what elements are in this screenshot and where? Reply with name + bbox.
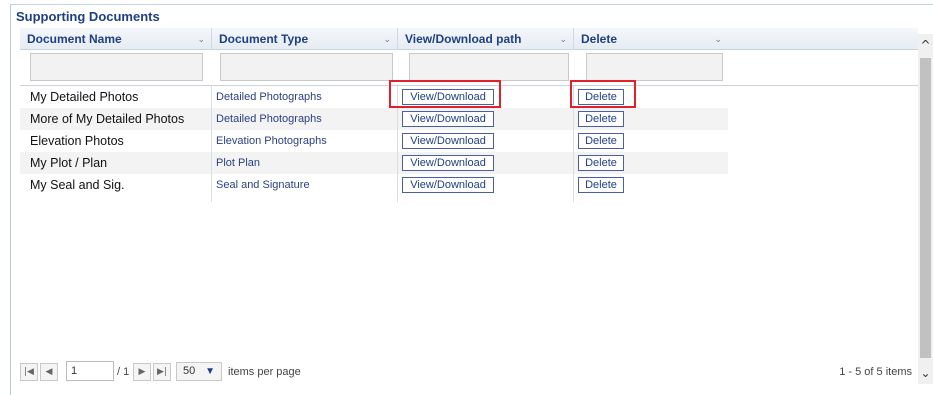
scroll-thumb[interactable] bbox=[920, 58, 931, 358]
column-header-document-type[interactable]: Document Type ⌄ bbox=[211, 28, 397, 50]
document-name: More of My Detailed Photos bbox=[30, 112, 185, 126]
filter-row bbox=[20, 50, 918, 86]
document-name: My Plot / Plan bbox=[30, 156, 108, 170]
pager-summary: 1 - 5 of 5 items bbox=[839, 366, 912, 378]
view-download-button[interactable]: View/Download bbox=[402, 155, 494, 171]
view-download-button[interactable]: View/Download bbox=[402, 89, 494, 105]
documents-grid: Document Name ⌄ Document Type ⌄ View/Dow… bbox=[20, 28, 918, 393]
chevron-down-icon[interactable]: ⌄ bbox=[559, 28, 567, 50]
document-name: My Seal and Sig. bbox=[30, 178, 125, 192]
column-divider bbox=[397, 86, 398, 202]
page-size-select[interactable]: 50 ▼ bbox=[176, 362, 222, 381]
column-header-view-download[interactable]: View/Download path ⌄ bbox=[397, 28, 573, 50]
column-header-delete[interactable]: Delete ⌄ bbox=[573, 28, 728, 50]
prev-page-icon[interactable]: ◀ bbox=[40, 363, 58, 381]
filter-document-name[interactable] bbox=[30, 53, 203, 81]
delete-button[interactable]: Delete bbox=[578, 89, 624, 105]
column-divider bbox=[211, 86, 212, 202]
page-number-input[interactable] bbox=[66, 361, 114, 381]
chevron-down-icon[interactable]: ⌄ bbox=[383, 28, 391, 50]
view-download-button[interactable]: View/Download bbox=[402, 177, 494, 193]
document-type: Detailed Photographs bbox=[216, 91, 322, 103]
chevron-down-icon[interactable]: ⌄ bbox=[197, 28, 205, 50]
grid-body: My Detailed Photos Detailed Photographs … bbox=[20, 80, 918, 358]
filter-document-type[interactable] bbox=[220, 53, 393, 81]
delete-button[interactable]: Delete bbox=[578, 177, 624, 193]
document-name: My Detailed Photos bbox=[30, 90, 139, 104]
filter-delete[interactable] bbox=[586, 53, 723, 81]
document-type: Seal and Signature bbox=[216, 179, 310, 191]
vertical-scrollbar[interactable]: ^ ⌄ bbox=[918, 34, 933, 384]
last-page-icon[interactable]: ▶| bbox=[153, 363, 171, 381]
chevron-down-icon[interactable]: ⌄ bbox=[714, 28, 722, 50]
table-row: My Plot / Plan Plot Plan View/Download D… bbox=[20, 152, 728, 174]
column-header-document-name[interactable]: Document Name ⌄ bbox=[20, 28, 211, 50]
delete-button[interactable]: Delete bbox=[578, 133, 624, 149]
next-page-icon[interactable]: ▶ bbox=[133, 363, 151, 381]
table-row: Elevation Photos Elevation Photographs V… bbox=[20, 130, 728, 152]
chevron-down-icon: ▼ bbox=[205, 366, 215, 377]
delete-button[interactable]: Delete bbox=[578, 155, 624, 171]
grid-header: Document Name ⌄ Document Type ⌄ View/Dow… bbox=[20, 28, 918, 50]
items-per-page-label: items per page bbox=[228, 366, 301, 378]
view-download-button[interactable]: View/Download bbox=[402, 111, 494, 127]
document-type: Detailed Photographs bbox=[216, 113, 322, 125]
filter-view-download[interactable] bbox=[409, 53, 569, 81]
delete-button[interactable]: Delete bbox=[578, 111, 624, 127]
section-title: Supporting Documents bbox=[16, 9, 160, 24]
page-count-text: / 1 bbox=[117, 366, 130, 378]
pager: |◀ ◀ / 1 ▶ ▶| 50 ▼ items per page 1 - 5 … bbox=[20, 358, 918, 386]
first-page-icon[interactable]: |◀ bbox=[20, 363, 38, 381]
table-row: My Detailed Photos Detailed Photographs … bbox=[20, 86, 728, 108]
table-row: My Seal and Sig. Seal and Signature View… bbox=[20, 174, 728, 196]
document-name: Elevation Photos bbox=[30, 134, 124, 148]
document-type: Elevation Photographs bbox=[216, 135, 327, 147]
table-row: More of My Detailed Photos Detailed Phot… bbox=[20, 108, 728, 130]
view-download-button[interactable]: View/Download bbox=[402, 133, 494, 149]
scroll-down-icon[interactable]: ⌄ bbox=[918, 362, 933, 384]
scroll-up-icon[interactable]: ^ bbox=[918, 34, 933, 56]
document-type: Plot Plan bbox=[216, 157, 261, 169]
column-divider bbox=[573, 86, 574, 202]
